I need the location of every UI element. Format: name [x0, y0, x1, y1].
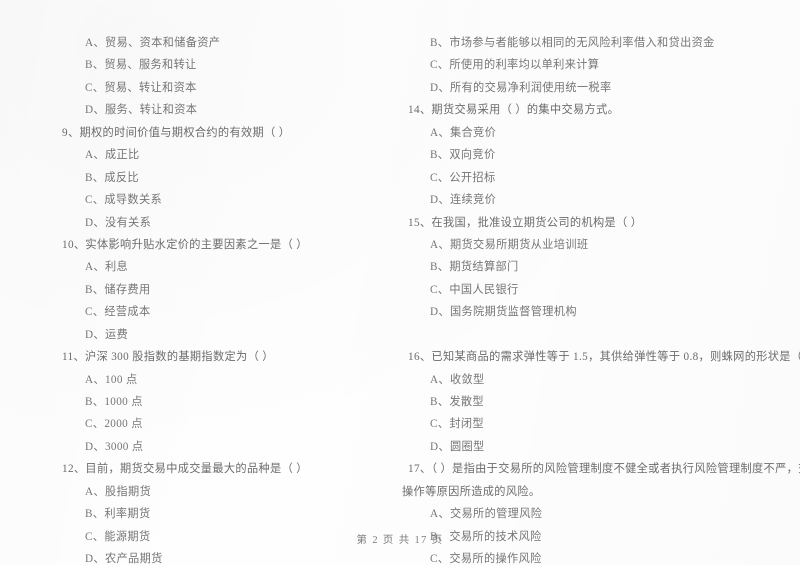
option-line: C、公开招标 — [430, 171, 496, 184]
option-line: D、连续竞价 — [430, 194, 497, 207]
option-line: C、2000 点 — [85, 418, 143, 431]
option-line: D、圆圈型 — [430, 440, 485, 453]
question-line: 14、期货交易采用（ ）的集中交易方式。 — [408, 104, 620, 117]
question-line: 10、实体影响升贴水定价的主要因素之一是（ ） — [62, 238, 308, 251]
option-line: B、发散型 — [430, 396, 484, 408]
option-line: D、国务院期货监督管理机构 — [430, 306, 577, 319]
question-column-right: B、市场参与者能够以相同的无风险利率借入和贷出资金 C、所使用的利率均以单利来计算… — [402, 32, 800, 565]
option-line: A、股指期货 — [85, 485, 152, 498]
option-line: D、服务、转让和资本 — [85, 104, 198, 117]
option-line: B、期货结算部门 — [430, 261, 519, 274]
page-footer: 第 2 页 共 17 页 — [356, 535, 444, 546]
question-line: 11、沪深 300 股指数的基期指数定为（ ） — [62, 351, 274, 364]
option-line: C、封闭型 — [430, 418, 484, 431]
option-line: D、运费 — [85, 328, 129, 341]
option-line: B、成反比 — [85, 171, 139, 184]
option-line: D、没有关系 — [85, 216, 152, 229]
option-line: C、经营成本 — [85, 306, 151, 319]
question-line: 15、在我国，批准设立期货公司的机构是（ ） — [408, 216, 643, 229]
scanned-exam-page: A、贸易、资本和储备资产 B、贸易、服务和转让 C、贸易、转让和资本 D、服务、转让和… — [0, 0, 800, 565]
option-line: C、中国人民银行 — [430, 283, 519, 296]
option-line: A、交易所的管理风险 — [430, 508, 543, 521]
option-line: D、3000 点 — [85, 440, 144, 453]
option-line: A、贸易、资本和储备资产 — [85, 37, 221, 49]
option-line: B、利率期货 — [85, 508, 151, 521]
option-line: A、收敛型 — [430, 373, 485, 386]
option-line: D、农产品期货 — [85, 553, 163, 565]
option-line: A、成正比 — [85, 149, 140, 162]
option-line: B、储存费用 — [85, 283, 151, 296]
option-line: A、集合竞价 — [430, 126, 497, 139]
question-line: 16、已知某商品的需求弹性等于 1.5，其供给弹性等于 0.8，则蛛网的形状是（… — [408, 351, 800, 364]
question-line: 9、期权的时间价值与期权合约的有效期（ ） — [62, 126, 291, 139]
option-line: C、成导数关系 — [85, 194, 163, 207]
option-line: C、交易所的操作风险 — [430, 553, 542, 565]
question-column-left: A、贸易、资本和储备资产 B、贸易、服务和转让 C、贸易、转让和资本 D、服务、转让和… — [56, 32, 416, 565]
question-line: 12、目前，期货交易中成交量最大的品种是（ ） — [62, 463, 308, 476]
option-line: D、所有的交易净利润使用统一税率 — [430, 81, 612, 94]
option-line: B、贸易、服务和转让 — [85, 59, 197, 72]
option-line: A、利息 — [85, 261, 129, 274]
option-line: B、市场参与者能够以相同的无风险利率借入和贷出资金 — [430, 37, 715, 49]
option-line: A、期货交易所期货从业培训班 — [430, 238, 589, 251]
option-line: C、贸易、转让和资本 — [85, 81, 197, 94]
option-line: B、1000 点 — [85, 396, 143, 408]
option-line: C、所使用的利率均以单利来计算 — [430, 59, 600, 72]
option-line: A、100 点 — [85, 373, 138, 386]
question-line: 17、（ ）是指由于交易所的风险管理制度不健全或者执行风险管理制度不严，交易者违… — [408, 463, 800, 476]
question-continuation-line: 操作等原因所造成的风险。 — [402, 485, 541, 498]
option-line: B、双向竞价 — [430, 149, 496, 162]
